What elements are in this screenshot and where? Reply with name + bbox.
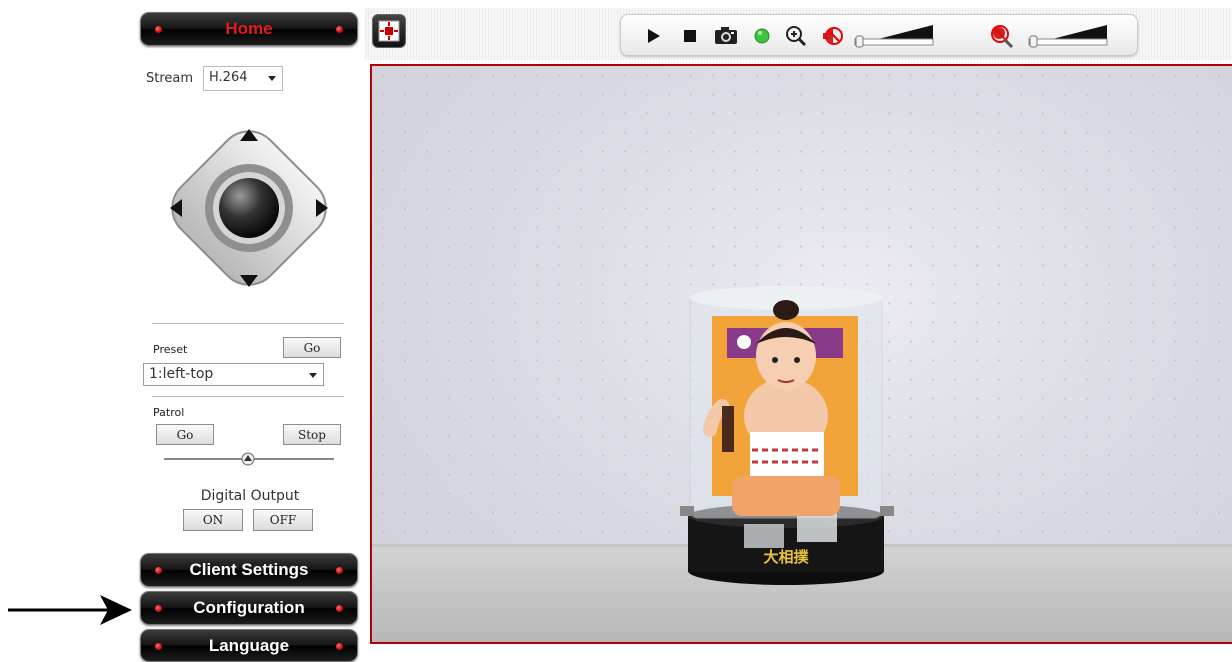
speaker-volume-slider[interactable] <box>853 23 935 49</box>
ptz-joystick-control[interactable] <box>158 117 340 299</box>
red-led-icon <box>155 605 162 612</box>
language-label: Language <box>208 635 290 655</box>
client-settings-button[interactable]: Client Settings <box>140 553 358 587</box>
configuration-label: Configuration <box>193 598 305 617</box>
divider <box>152 323 344 324</box>
red-led-icon <box>336 605 343 612</box>
preset-go-button[interactable]: Go <box>283 337 341 358</box>
client-settings-label: Client Settings <box>189 560 309 579</box>
home-button[interactable]: Home <box>140 12 358 46</box>
zoom-in-icon <box>786 26 807 47</box>
stop-icon <box>684 30 696 42</box>
patrol-label: Patrol <box>153 406 185 419</box>
preset-select[interactable]: 1:left-top <box>143 363 324 386</box>
fullscreen-icon <box>378 20 400 42</box>
fullscreen-button[interactable] <box>372 14 406 48</box>
snapshot-button[interactable] <box>713 24 739 48</box>
figure-base-text: 大相撲 <box>763 548 809 566</box>
speaker-mute-button[interactable] <box>819 24 845 48</box>
patrol-stop-button[interactable]: Stop <box>283 424 341 445</box>
microphone-muted-icon <box>991 25 1014 48</box>
live-video-view[interactable]: 大相撲 <box>370 64 1232 644</box>
stream-value: H.264 <box>209 70 248 85</box>
digital-output-on-button[interactable]: ON <box>183 509 243 531</box>
record-indicator[interactable] <box>749 24 775 48</box>
play-button[interactable] <box>641 24 667 48</box>
red-led-icon <box>155 567 162 574</box>
play-icon <box>648 29 660 43</box>
chevron-down-icon <box>309 373 317 378</box>
preset-label: Preset <box>153 343 188 356</box>
patrol-go-button[interactable]: Go <box>156 424 214 445</box>
microphone-volume-slider[interactable] <box>1027 23 1109 49</box>
digital-output-label: Digital Output <box>200 488 300 504</box>
configuration-button[interactable]: Configuration <box>140 591 358 625</box>
chevron-down-icon <box>268 76 276 81</box>
home-label: Home <box>225 19 273 38</box>
red-led-icon <box>336 567 343 574</box>
playback-control-bar <box>620 14 1138 56</box>
snapshot-icon <box>715 27 737 44</box>
stop-button[interactable] <box>677 24 703 48</box>
preset-value: 1:left-top <box>149 366 214 382</box>
divider <box>152 396 344 397</box>
stream-select[interactable]: H.264 <box>203 66 283 91</box>
red-led-icon <box>336 26 343 33</box>
pointer-arrow-icon <box>8 595 132 625</box>
language-button[interactable]: Language <box>140 629 358 662</box>
digital-output-off-button[interactable]: OFF <box>253 509 313 531</box>
microphone-mute-button[interactable] <box>989 24 1015 48</box>
stream-label: Stream <box>146 71 194 86</box>
red-led-icon <box>336 643 343 650</box>
speaker-muted-icon <box>823 27 843 45</box>
zoom-in-button[interactable] <box>783 24 809 48</box>
red-led-icon <box>155 26 162 33</box>
record-indicator-icon <box>754 28 770 44</box>
red-led-icon <box>155 643 162 650</box>
patrol-speed-slider[interactable] <box>164 452 334 466</box>
sumo-figure-image: 大相撲 <box>680 286 894 585</box>
